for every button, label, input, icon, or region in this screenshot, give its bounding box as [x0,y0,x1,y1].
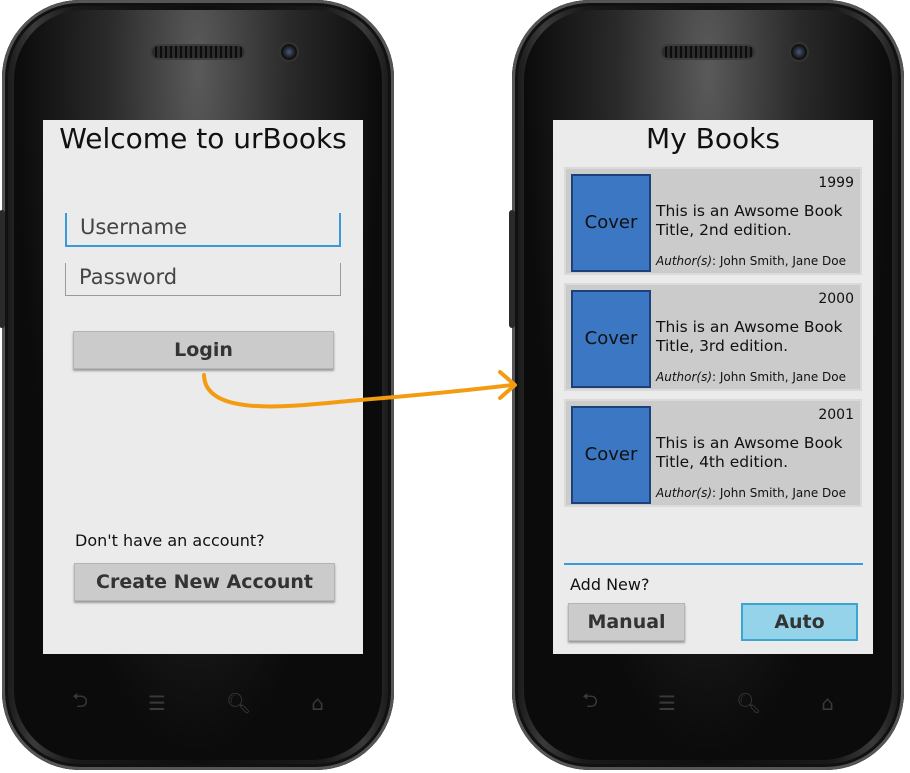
front-camera-icon [281,44,297,60]
search-icon[interactable]: 🔍︎ [736,691,761,715]
book-authors: Author(s): John Smith, Jane Doe [656,370,846,384]
book-year: 2001 [818,407,854,423]
authors-label: Author(s) [656,486,713,500]
speaker-grille [152,46,244,58]
my-books-screen: My Books Cover 1999 This is an Awsome Bo… [553,120,873,654]
authors-value: : John Smith, Jane Doe [712,486,847,500]
home-icon[interactable]: ⌂ [821,691,834,715]
book-card[interactable]: Cover 1999 This is an Awsome Book Title,… [564,167,862,275]
speaker-grille [662,46,754,58]
authors-label: Author(s) [656,254,713,268]
authors-value: : John Smith, Jane Doe [712,254,847,268]
phone-left: Welcome to urBooks Login Don't have an a… [0,0,394,770]
book-card[interactable]: Cover 2001 This is an Awsome Book Title,… [564,399,862,507]
username-input[interactable] [80,215,339,239]
book-title: This is an Awsome Book Title, 2nd editio… [656,202,843,239]
book-authors: Author(s): John Smith, Jane Doe [656,486,846,500]
no-account-text: Don't have an account? [75,531,265,550]
home-icon[interactable]: ⌂ [311,691,324,715]
book-year: 1999 [818,175,854,191]
side-button [0,210,5,328]
book-cover: Cover [571,174,651,272]
book-title: This is an Awsome Book Title, 4th editio… [656,434,843,471]
menu-icon[interactable]: ☰ [658,691,676,715]
password-input[interactable] [79,265,340,289]
login-button[interactable]: Login [73,331,334,369]
create-account-button[interactable]: Create New Account [74,563,335,601]
search-icon[interactable]: 🔍︎ [226,691,251,715]
book-authors: Author(s): John Smith, Jane Doe [656,254,846,268]
auto-button[interactable]: Auto [741,603,858,641]
authors-value: : John Smith, Jane Doe [712,370,847,384]
back-icon[interactable]: ⮌ [582,686,598,720]
book-cover: Cover [571,290,651,388]
authors-label: Author(s) [656,370,713,384]
book-cover: Cover [571,406,651,504]
book-year: 2000 [818,291,854,307]
page-title: Welcome to urBooks [59,122,347,155]
side-button [509,210,515,328]
manual-button[interactable]: Manual [568,603,685,641]
divider [564,563,863,565]
android-nav-bar: ⮌ ☰ 🔍︎ ⌂ [552,688,864,718]
login-screen: Welcome to urBooks Login Don't have an a… [43,120,363,654]
book-card[interactable]: Cover 2000 This is an Awsome Book Title,… [564,283,862,391]
front-camera-icon [791,44,807,60]
add-new-text: Add New? [570,575,650,594]
android-nav-bar: ⮌ ☰ 🔍︎ ⌂ [42,688,354,718]
password-field[interactable] [65,263,341,296]
menu-icon[interactable]: ☰ [148,691,166,715]
page-title: My Books [646,122,780,155]
username-field[interactable] [65,213,341,247]
book-title: This is an Awsome Book Title, 3rd editio… [656,318,843,355]
back-icon[interactable]: ⮌ [72,686,88,720]
phone-right: My Books Cover 1999 This is an Awsome Bo… [509,0,904,770]
